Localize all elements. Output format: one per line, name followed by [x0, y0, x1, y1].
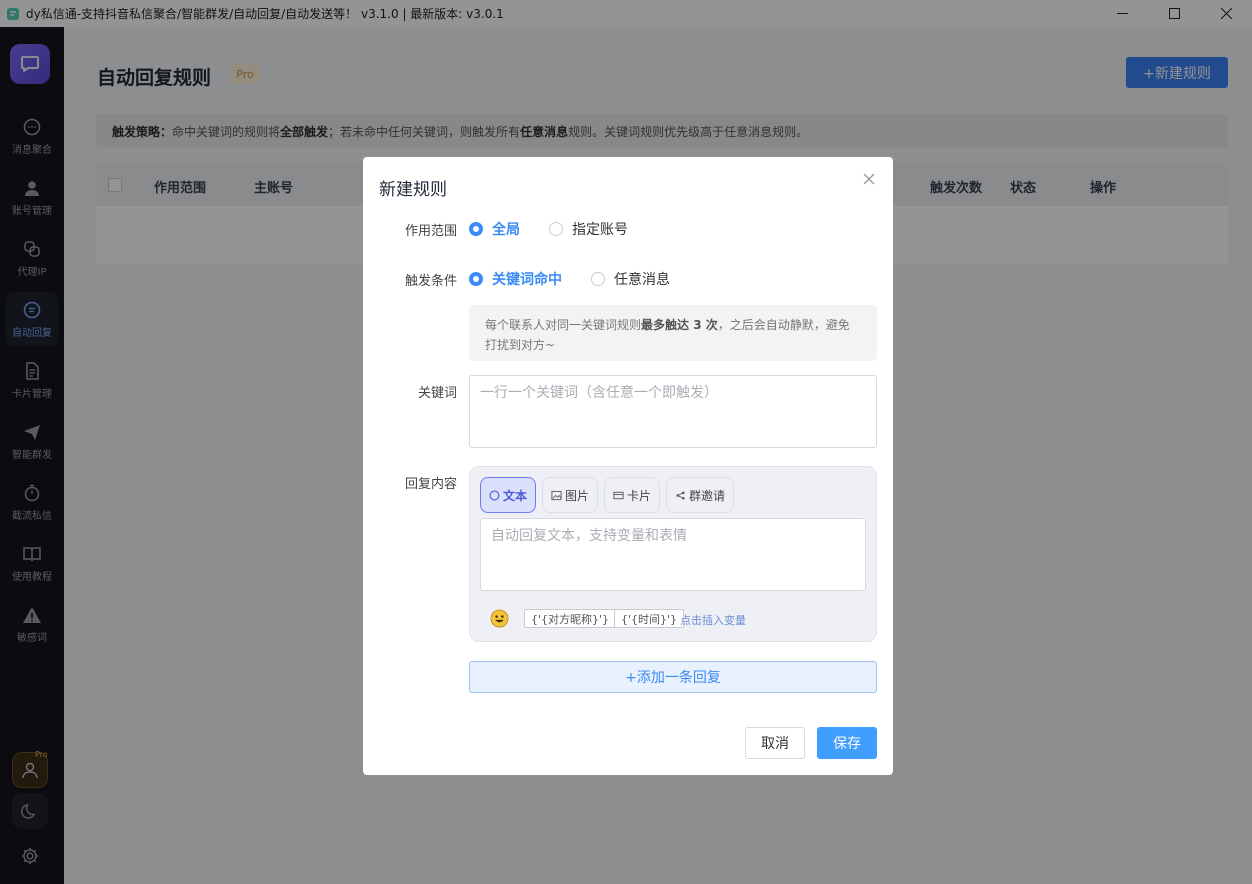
keyword-label: 关键词 [417, 386, 457, 401]
save-button[interactable]: 保存 [817, 727, 877, 759]
tab-label: 文本 [502, 488, 527, 503]
cancel-button[interactable]: 取消 [745, 727, 805, 759]
tip-text: 每个联系人对同一关键词规则 [485, 318, 642, 332]
radio-label: 关键词命中 [492, 272, 562, 288]
radio-label: 全局 [492, 222, 520, 238]
emoji-icon[interactable] [490, 609, 509, 628]
radio-dot [469, 272, 483, 286]
add-reply-button[interactable]: +添加一条回复 [469, 661, 877, 693]
scope-label: 作用范围 [404, 224, 457, 239]
tab-card[interactable]: 卡片 [604, 477, 660, 513]
trigger-tip: 每个联系人对同一关键词规则最多触达 3 次，之后会自动静默，避免打扰到对方~ [469, 305, 877, 361]
tab-image[interactable]: 图片 [542, 477, 598, 513]
close-dialog-icon[interactable] [861, 171, 877, 187]
tab-group-invite[interactable]: 群邀请 [666, 477, 734, 513]
card-icon [613, 491, 624, 499]
insert-variable-hint: 点击插入变量 [680, 614, 746, 627]
new-rule-dialog: 新建规则 作用范围 全局 指定账号 触发条件 关键词命中 任意消息 每个联系人对… [363, 157, 893, 775]
trigger-keyword-radio[interactable]: 关键词命中 [469, 269, 562, 289]
tab-text[interactable]: 文本 [480, 477, 536, 513]
reply-panel: 文本 图片 卡片 群邀请 自动回复文本，支持变量和表情 {'{对方昵称}'} {… [469, 466, 877, 642]
trigger-any-message-radio[interactable]: 任意消息 [591, 269, 670, 289]
chat-icon [489, 490, 500, 500]
share-icon [676, 490, 685, 500]
variable-time-chip[interactable]: {'{时间}'} [614, 609, 685, 628]
variable-nickname-chip[interactable]: {'{对方昵称}'} [524, 609, 617, 628]
dialog-title: 新建规则 [379, 180, 447, 200]
trigger-label: 触发条件 [404, 274, 457, 289]
radio-dot [549, 222, 563, 236]
reply-textarea[interactable]: 自动回复文本，支持变量和表情 [480, 518, 866, 591]
reply-placeholder: 自动回复文本，支持变量和表情 [491, 528, 687, 544]
radio-label: 任意消息 [614, 272, 670, 288]
scope-specific-radio[interactable]: 指定账号 [549, 219, 628, 239]
keyword-textarea[interactable]: 一行一个关键词（含任意一个即触发） [469, 375, 877, 448]
tip-bold: 最多触达 3 次 [641, 318, 718, 332]
tab-label: 群邀请 [688, 488, 725, 503]
reply-content-label: 回复内容 [404, 477, 457, 492]
radio-dot [591, 272, 605, 286]
radio-dot [469, 222, 483, 236]
image-icon [551, 490, 562, 500]
keyword-placeholder: 一行一个关键词（含任意一个即触发） [480, 385, 718, 401]
scope-global-radio[interactable]: 全局 [469, 219, 520, 239]
tab-label: 图片 [564, 488, 589, 503]
radio-label: 指定账号 [572, 222, 628, 238]
tab-label: 卡片 [626, 488, 651, 503]
